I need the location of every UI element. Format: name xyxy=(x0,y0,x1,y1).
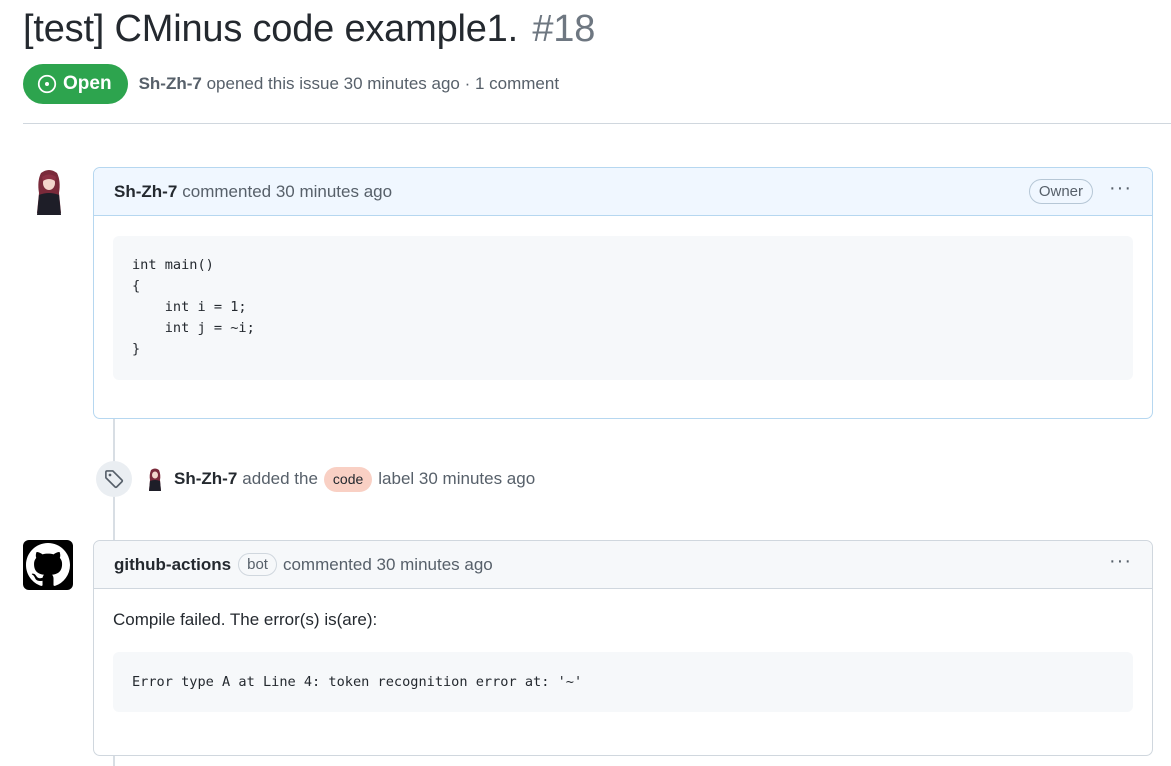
issue-number: #18 xyxy=(532,8,596,50)
event-text-after: label 30 minutes ago xyxy=(378,469,536,488)
comment-timestamp[interactable]: commented 30 minutes ago xyxy=(182,182,392,202)
issue-title-heading: [test] CMinus code example1. #18 xyxy=(23,8,595,51)
state-badge: Open xyxy=(23,64,128,104)
error-code-block: Error type A at Line 4: token recognitio… xyxy=(113,652,1133,712)
github-logo-icon xyxy=(26,543,70,586)
comment-timestamp[interactable]: commented 30 minutes ago xyxy=(283,555,493,575)
comment-options-button[interactable]: ··· xyxy=(1109,551,1132,571)
event-author-avatar[interactable] xyxy=(145,467,165,491)
label-code[interactable]: code xyxy=(323,466,373,492)
comment-author-link[interactable]: Sh-Zh-7 xyxy=(114,182,177,202)
comment-bot: github-actions bot commented 30 minutes … xyxy=(93,540,1153,756)
issue-meta: Open Sh-Zh-7 opened this issue 30 minute… xyxy=(23,64,559,104)
tag-icon xyxy=(105,470,124,489)
code-line: { xyxy=(132,278,141,294)
event-author-link[interactable]: Sh-Zh-7 xyxy=(174,469,237,489)
issue-author-link[interactable]: Sh-Zh-7 xyxy=(139,74,202,93)
comment-header: Sh-Zh-7 commented 30 minutes ago Owner ·… xyxy=(94,168,1152,216)
comment-author-link[interactable]: github-actions xyxy=(114,555,231,575)
github-actions-avatar[interactable] xyxy=(23,540,73,590)
code-line: int i = 1; xyxy=(132,299,247,315)
issue-meta-text: Sh-Zh-7 opened this issue 30 minutes ago… xyxy=(139,74,560,94)
issue-opened-icon xyxy=(37,74,57,94)
bot-badge: bot xyxy=(238,553,277,576)
event-badge xyxy=(96,461,132,497)
code-line: int j = ~i; xyxy=(132,320,255,336)
header-divider xyxy=(23,123,1171,124)
comment-header: github-actions bot commented 30 minutes … xyxy=(94,541,1152,589)
event-text: Sh-Zh-7 added the code label 30 minutes … xyxy=(174,466,536,492)
code-line: } xyxy=(132,341,141,357)
owner-badge: Owner xyxy=(1028,179,1094,204)
comment-body-text: Compile failed. The error(s) is(are): xyxy=(113,610,378,629)
issue-title: [test] CMinus code example1. xyxy=(23,8,518,50)
issue-opened-text: opened this issue 30 minutes ago · 1 com… xyxy=(206,74,560,93)
owner-avatar[interactable] xyxy=(25,167,73,215)
comment-owner: Sh-Zh-7 commented 30 minutes ago Owner ·… xyxy=(93,167,1153,419)
label-added-event: Sh-Zh-7 added the code label 30 minutes … xyxy=(96,461,535,497)
comment-options-button[interactable]: ··· xyxy=(1109,178,1132,198)
code-line: int main() xyxy=(132,257,214,273)
state-label: Open xyxy=(63,73,112,94)
event-text-before: added the xyxy=(242,469,318,488)
code-block: int main() { int i = 1; int j = ~i; } xyxy=(113,236,1133,380)
